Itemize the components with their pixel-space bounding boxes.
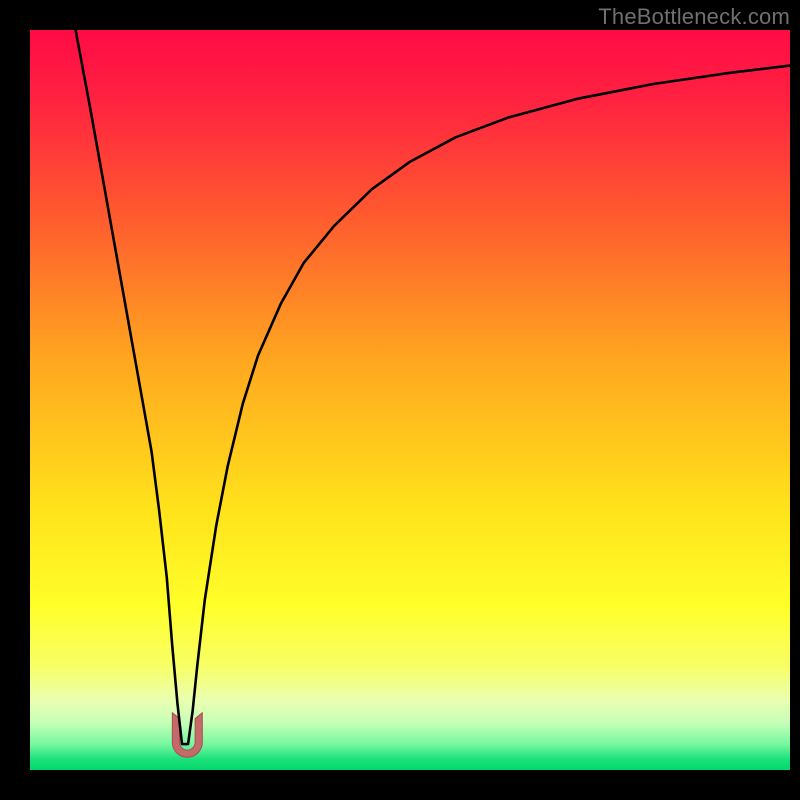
chart-svg — [30, 30, 790, 770]
heat-gradient-background — [30, 30, 790, 770]
chart-plot-area — [30, 30, 790, 770]
watermark-text: TheBottleneck.com — [598, 4, 790, 30]
